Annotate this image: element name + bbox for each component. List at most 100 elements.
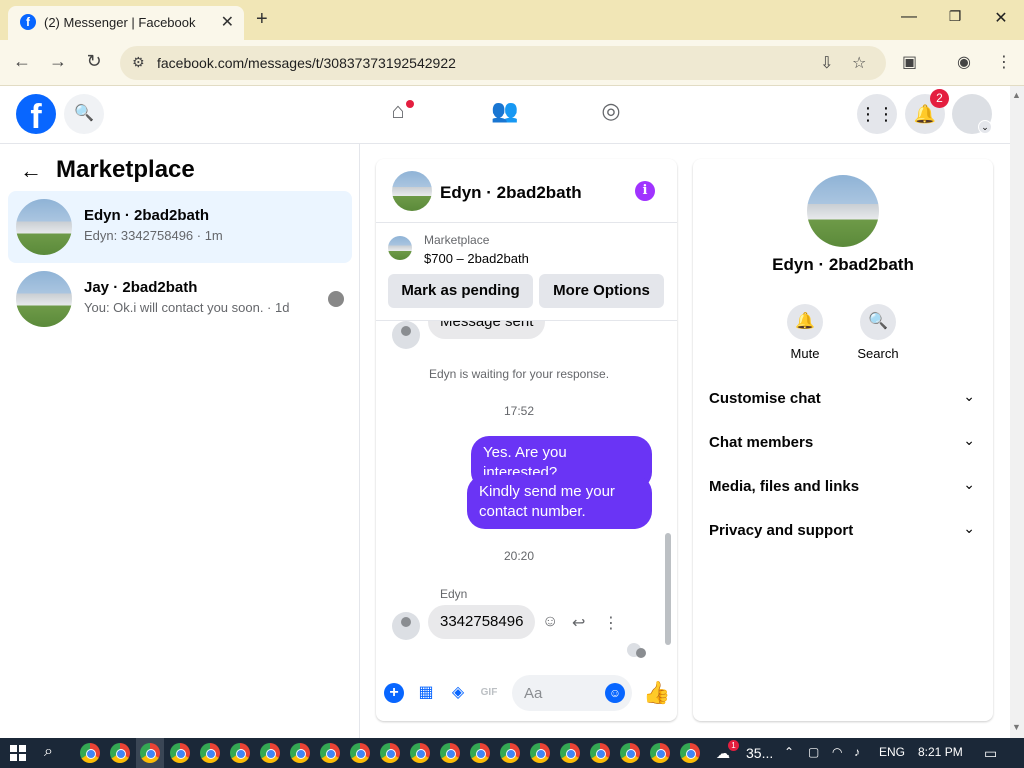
- chrome-app-icon[interactable]: [650, 743, 670, 763]
- chrome-app-icon[interactable]: [290, 743, 310, 763]
- conversation-item[interactable]: Jay · 2bad2bath You: Ok.i will contact y…: [8, 263, 352, 335]
- chat-title[interactable]: Edyn · 2bad2bath: [440, 183, 582, 203]
- reload-button[interactable]: ↻: [82, 51, 106, 72]
- message-bubble-in[interactable]: Message sent: [428, 321, 546, 339]
- chrome-app-icon[interactable]: [110, 743, 130, 763]
- chrome-app-icon[interactable]: [560, 743, 580, 763]
- back-button[interactable]: ←: [10, 51, 34, 72]
- privacy-support-row[interactable]: Privacy and support ⌄: [709, 510, 977, 554]
- mark-as-pending-button[interactable]: Mark as pending: [388, 274, 533, 308]
- conversation-preview: You: Ok.i will contact you soon. · 1d: [84, 300, 290, 315]
- chrome-app-icon[interactable]: [620, 743, 640, 763]
- listing-price[interactable]: $700 – 2bad2bath: [424, 251, 529, 266]
- more-options-button[interactable]: More Options: [539, 274, 664, 308]
- contact-avatar[interactable]: [392, 321, 420, 349]
- listing-image[interactable]: [807, 175, 879, 247]
- search-icon[interactable]: 🔍: [64, 94, 104, 134]
- chat-members-row[interactable]: Chat members ⌄: [709, 422, 977, 466]
- media-files-links-row[interactable]: Media, files and links ⌄: [709, 466, 977, 510]
- restore-button[interactable]: ❐: [940, 8, 970, 25]
- install-app-icon[interactable]: ⇩: [820, 53, 833, 73]
- plus-icon[interactable]: +: [384, 683, 404, 703]
- conversation-info-panel: Edyn · 2bad2bath 🔔 Mute 🔍 Search Customi…: [693, 159, 993, 721]
- conversation-name: Jay · 2bad2bath: [84, 279, 198, 296]
- chrome-app-icon[interactable]: [140, 743, 160, 763]
- site-settings-icon[interactable]: ⚙: [132, 54, 145, 71]
- chrome-app-icon[interactable]: [230, 743, 250, 763]
- conversation-item[interactable]: Edyn · 2bad2bath Edyn: 3342758496 · 1m: [8, 191, 352, 263]
- show-hidden-icons-icon[interactable]: ⌃: [784, 745, 794, 759]
- chevron-down-icon[interactable]: ⌄: [978, 120, 992, 134]
- media-controls-icon[interactable]: ▣: [902, 52, 917, 72]
- tab-close-icon[interactable]: ✕: [221, 12, 234, 32]
- groups-icon[interactable]: ◎: [594, 98, 628, 132]
- chat-avatar[interactable]: [392, 171, 432, 211]
- page-scrollbar[interactable]: ▲ ▼: [1010, 86, 1024, 738]
- search-icon[interactable]: 🔍: [860, 304, 896, 340]
- scroll-down-icon[interactable]: ▼: [1012, 722, 1021, 732]
- browser-tab[interactable]: f (2) Messenger | Facebook ✕: [8, 6, 244, 40]
- device-icon[interactable]: ▢: [808, 745, 819, 759]
- chrome-app-icon[interactable]: [260, 743, 280, 763]
- info-icon[interactable]: i: [635, 181, 655, 201]
- chrome-app-icon[interactable]: [500, 743, 520, 763]
- address-bar[interactable]: ⚙ facebook.com/messages/t/30837373192542…: [120, 46, 886, 80]
- chrome-app-icon[interactable]: [470, 743, 490, 763]
- more-icon[interactable]: ⋮: [603, 613, 619, 633]
- bookmark-star-icon[interactable]: ☆: [852, 53, 866, 73]
- bell-icon[interactable]: 🔔: [787, 304, 823, 340]
- menu-grid-icon[interactable]: ⋮⋮: [857, 94, 897, 134]
- chrome-app-icon[interactable]: [350, 743, 370, 763]
- chrome-app-icon[interactable]: [170, 743, 190, 763]
- chrome-app-icon[interactable]: [530, 743, 550, 763]
- windows-start-icon[interactable]: [10, 745, 26, 761]
- facebook-header: f 🔍 ⌂ 👥 ◎ ⋮⋮ 🔔 2 ⌄: [0, 86, 1010, 144]
- customise-chat-row[interactable]: Customise chat ⌄: [709, 378, 977, 422]
- minimize-button[interactable]: —: [894, 8, 924, 26]
- chrome-app-icon[interactable]: [380, 743, 400, 763]
- facebook-logo[interactable]: f: [16, 94, 56, 136]
- close-window-button[interactable]: ✕: [986, 8, 1016, 28]
- language-indicator[interactable]: ENG: [879, 745, 905, 759]
- notifications-icon[interactable]: ▭: [984, 745, 997, 762]
- reply-icon[interactable]: ↩: [572, 613, 585, 633]
- photo-icon[interactable]: ▦: [416, 683, 436, 703]
- chat-panel: Edyn · 2bad2bath i Marketplace $700 – 2b…: [376, 159, 677, 721]
- scroll-up-icon[interactable]: ▲: [1012, 90, 1021, 100]
- thumbs-up-icon[interactable]: 👍: [643, 680, 670, 706]
- emoji-icon[interactable]: ☺: [605, 683, 625, 703]
- chrome-app-icon[interactable]: [590, 743, 610, 763]
- back-arrow-icon[interactable]: ←: [20, 158, 42, 184]
- gif-icon[interactable]: GIF: [479, 683, 499, 703]
- chrome-app-icon[interactable]: [680, 743, 700, 763]
- react-emoji-icon[interactable]: ☺: [542, 613, 558, 631]
- message-bubble-in[interactable]: 3342758496: [428, 605, 536, 639]
- chrome-app-icon[interactable]: [410, 743, 430, 763]
- chrome-app-icon[interactable]: [320, 743, 340, 763]
- sender-name: Edyn: [440, 587, 468, 601]
- profile-icon[interactable]: ◉: [957, 52, 971, 72]
- menu-icon[interactable]: ⋮: [996, 52, 1012, 72]
- message-scrollbar[interactable]: [663, 325, 673, 659]
- forward-button[interactable]: →: [46, 51, 70, 72]
- scrollbar-thumb[interactable]: [665, 533, 671, 645]
- friends-icon[interactable]: 👥: [488, 98, 522, 132]
- clock[interactable]: 8:21 PM: [918, 745, 963, 759]
- volume-icon[interactable]: ♪: [854, 745, 860, 759]
- section-label: Customise chat: [709, 390, 821, 407]
- mute-button[interactable]: 🔔 Mute: [775, 304, 835, 361]
- browser-tab-bar: f (2) Messenger | Facebook ✕ + — ❐ ✕: [0, 0, 1024, 40]
- sticker-icon[interactable]: ◈: [448, 683, 468, 703]
- chrome-app-icon[interactable]: [80, 743, 100, 763]
- listing-thumbnail[interactable]: [388, 236, 412, 260]
- chrome-app-icon[interactable]: [200, 743, 220, 763]
- url-text[interactable]: facebook.com/messages/t/3083737319254292…: [157, 55, 456, 71]
- message-bubble-out[interactable]: Kindly send me your contact number.: [467, 475, 652, 529]
- contact-avatar[interactable]: [392, 612, 420, 640]
- search-button[interactable]: 🔍 Search: [848, 304, 908, 361]
- taskbar-search-icon[interactable]: ⌕: [44, 743, 53, 761]
- chrome-app-icon[interactable]: [440, 743, 460, 763]
- weather-text[interactable]: 35...: [746, 745, 773, 761]
- wifi-icon[interactable]: ◠: [832, 745, 842, 759]
- new-tab-button[interactable]: +: [256, 8, 268, 31]
